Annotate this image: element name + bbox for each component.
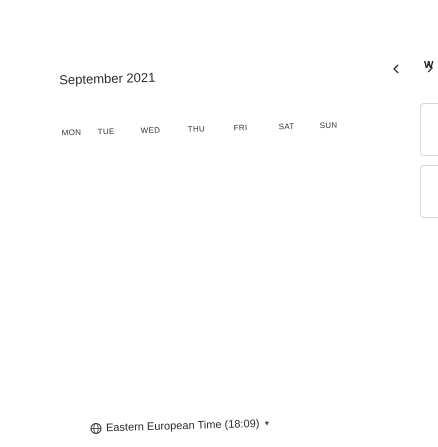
timezone-label: Eastern European Time (18:09) <box>105 417 260 435</box>
globe-icon <box>90 422 102 434</box>
chevron-left-icon <box>393 64 399 74</box>
side-label: W <box>424 60 434 71</box>
weekday-wed: WED <box>140 125 161 136</box>
timezone-selector[interactable]: Eastern European Time (18:09) ▼ <box>90 418 271 435</box>
scheduler-canvas: September 2021 MON TUE WED THU FRI SAT S… <box>0 0 438 447</box>
weekday-thu: THU <box>187 124 206 134</box>
side-slot-1[interactable] <box>420 103 438 156</box>
weekday-mon: MON <box>61 127 82 138</box>
caret-down-icon: ▼ <box>263 420 271 428</box>
previous-month-button[interactable] <box>388 61 404 77</box>
weekday-sun: SUN <box>319 120 338 131</box>
weekday-sat: SAT <box>278 121 295 132</box>
side-slot-2[interactable] <box>420 165 438 218</box>
month-title: September 2021 <box>59 69 156 88</box>
weekday-fri: FRI <box>233 123 248 133</box>
weekday-tue: TUE <box>97 126 115 137</box>
